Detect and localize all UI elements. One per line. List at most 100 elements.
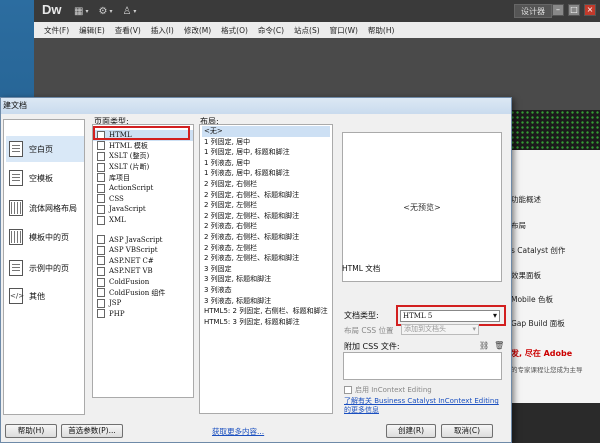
- page-type-item[interactable]: XML: [93, 215, 193, 226]
- layout-item[interactable]: 1 列固定, 居中: [200, 137, 332, 148]
- doctype-label: 文档类型:: [344, 311, 379, 320]
- page-type-item[interactable]: ASP.NET C#: [93, 256, 193, 267]
- layout-item[interactable]: 2 列液态, 左侧栏、标题和脚注: [200, 253, 332, 264]
- layout-item[interactable]: 1 列液态, 居中: [200, 158, 332, 169]
- category-blank-template[interactable]: 空模板: [6, 165, 84, 191]
- gear-icon[interactable]: ⚙ ▾: [98, 6, 112, 17]
- page-type-item[interactable]: ASP VBScript: [93, 245, 193, 256]
- get-more-content-link[interactable]: 获取更多内容...: [212, 426, 264, 437]
- delete-icon[interactable]: 🗑: [494, 341, 504, 350]
- welcome-link[interactable]: s Catalyst 创作: [511, 245, 565, 256]
- create-button[interactable]: 创建(R): [386, 424, 436, 438]
- menu-modify[interactable]: 修改(M): [184, 25, 211, 36]
- layout-item[interactable]: 2 列固定, 右侧栏: [200, 179, 332, 190]
- category-sample-page[interactable]: 示例中的页: [6, 255, 84, 281]
- file-icon: [97, 141, 105, 151]
- page-type-item[interactable]: ASP JavaScript: [93, 234, 193, 245]
- incontext-row[interactable]: 启用 InContext Editing: [344, 385, 432, 395]
- file-icon: [97, 183, 105, 193]
- layout-item[interactable]: 2 列固定, 左侧栏: [200, 200, 332, 211]
- minimize-icon[interactable]: –: [552, 4, 564, 16]
- page-type-item[interactable]: PHP: [93, 309, 193, 320]
- page-type-item[interactable]: XSLT (整页): [93, 151, 193, 162]
- menu-commands[interactable]: 命令(C): [258, 25, 284, 36]
- page-type-item[interactable]: ASP.NET VB: [93, 266, 193, 277]
- cancel-button[interactable]: 取消(C): [441, 424, 493, 438]
- file-icon: [97, 309, 105, 319]
- close-icon[interactable]: ×: [584, 4, 596, 16]
- maximize-icon[interactable]: □: [568, 4, 580, 16]
- layout-item[interactable]: 2 列液态, 右侧栏、标题和脚注: [200, 232, 332, 243]
- css-position-label: 布局 CSS 位置: [344, 326, 394, 335]
- link-icon[interactable]: ⛓: [479, 341, 489, 350]
- page-type-item[interactable]: ColdFusion 组件: [93, 287, 193, 298]
- page-type-list: HTML HTML 模板 XSLT (整页) XSLT (片断) 库项目 Act…: [92, 124, 194, 398]
- category-label: 空模板: [29, 173, 53, 183]
- layout-item[interactable]: 1 列固定, 居中, 标题和脚注: [200, 147, 332, 158]
- page-type-item[interactable]: ColdFusion: [93, 277, 193, 288]
- page-type-item[interactable]: JavaScript: [93, 204, 193, 215]
- layout-item[interactable]: 2 列液态, 右侧栏: [200, 221, 332, 232]
- welcome-link[interactable]: 效果面板: [511, 270, 541, 281]
- layout-menu-icon[interactable]: ▦ ▾: [74, 6, 88, 17]
- workspace-switcher[interactable]: 设计器: [514, 4, 552, 18]
- page-type-item[interactable]: HTML 模板: [93, 141, 193, 152]
- category-other[interactable]: </> 其他: [6, 283, 84, 309]
- page-type-item[interactable]: CSS: [93, 194, 193, 205]
- file-icon: [97, 245, 105, 255]
- blank-template-icon: [9, 170, 23, 186]
- category-label: 模板中的页: [29, 232, 69, 242]
- css-position-select[interactable]: 添加到文档头: [401, 324, 479, 335]
- menu-edit[interactable]: 编辑(E): [79, 25, 105, 36]
- menu-window[interactable]: 窗口(W): [330, 25, 358, 36]
- category-template-page[interactable]: 模板中的页: [6, 224, 84, 250]
- page-type-item[interactable]: JSP: [93, 298, 193, 309]
- layout-item[interactable]: <无>: [202, 126, 330, 137]
- category-label: 示例中的页: [29, 263, 69, 273]
- incontext-label: 启用 InContext Editing: [355, 386, 432, 394]
- document-description: HTML 文档: [342, 264, 381, 273]
- dialog-title: 建文档: [1, 98, 511, 114]
- layout-item[interactable]: 3 列液态, 标题和脚注: [200, 296, 332, 307]
- menu-insert[interactable]: 插入(I): [151, 25, 174, 36]
- file-icon: [97, 215, 105, 225]
- layout-item[interactable]: 2 列液态, 左侧栏: [200, 243, 332, 254]
- help-button[interactable]: 帮助(H): [5, 424, 57, 438]
- menu-site[interactable]: 站点(S): [294, 25, 320, 36]
- layout-item[interactable]: 2 列固定, 右侧栏、标题和脚注: [200, 190, 332, 201]
- layout-item[interactable]: 3 列液态: [200, 285, 332, 296]
- layout-item[interactable]: HTML5: 2 列固定, 右侧栏、标题和脚注: [200, 306, 332, 317]
- welcome-link[interactable]: 布局: [511, 220, 526, 231]
- dreamweaver-window: Dw ▦ ▾ ⚙ ▾ ♙ ▾ 设计器 – □ × 文件(F) 编辑(E) 查看(V) …: [34, 0, 600, 110]
- page-type-item[interactable]: 库项目: [93, 172, 193, 183]
- file-icon: [97, 162, 105, 172]
- page-type-item[interactable]: XSLT (片断): [93, 162, 193, 173]
- welcome-link[interactable]: Gap Build 面板: [511, 318, 565, 329]
- layout-item[interactable]: 3 列固定: [200, 264, 332, 275]
- preview-pane: <无预览>: [342, 132, 502, 282]
- attach-css-label: 附加 CSS 文件:: [344, 342, 400, 351]
- category-blank-page[interactable]: 空白页: [6, 136, 84, 162]
- attach-css-list[interactable]: [343, 352, 502, 380]
- layout-item[interactable]: 1 列液态, 居中, 标题和脚注: [200, 168, 332, 179]
- layout-item[interactable]: 3 列固定, 标题和脚注: [200, 274, 332, 285]
- welcome-link[interactable]: 功能概述: [511, 194, 541, 205]
- category-fluid-grid[interactable]: 流体网格布局: [6, 195, 84, 221]
- user-icon[interactable]: ♙ ▾: [122, 6, 136, 17]
- file-icon: [97, 256, 105, 266]
- category-label: 流体网格布局: [29, 203, 77, 213]
- page-type-item[interactable]: ActionScript: [93, 183, 193, 194]
- adobe-promo[interactable]: 发, 尽在 Adobe: [511, 348, 572, 359]
- incontext-checkbox[interactable]: [344, 386, 352, 394]
- layout-item[interactable]: HTML5: 3 列固定, 标题和脚注: [200, 317, 332, 328]
- fluid-grid-icon: [9, 200, 23, 216]
- menu-view[interactable]: 查看(V): [115, 25, 141, 36]
- menu-file[interactable]: 文件(F): [44, 25, 69, 36]
- business-catalyst-link[interactable]: 了解有关 Business Catalyst InContext Editing…: [344, 397, 504, 415]
- welcome-link[interactable]: Mobile 色板: [511, 294, 553, 305]
- preferences-button[interactable]: 首选参数(P)...: [61, 424, 123, 438]
- doctype-highlight-box: [396, 305, 506, 326]
- menu-format[interactable]: 格式(O): [221, 25, 248, 36]
- menu-help[interactable]: 帮助(H): [368, 25, 395, 36]
- layout-item[interactable]: 2 列固定, 左侧栏、标题和脚注: [200, 211, 332, 222]
